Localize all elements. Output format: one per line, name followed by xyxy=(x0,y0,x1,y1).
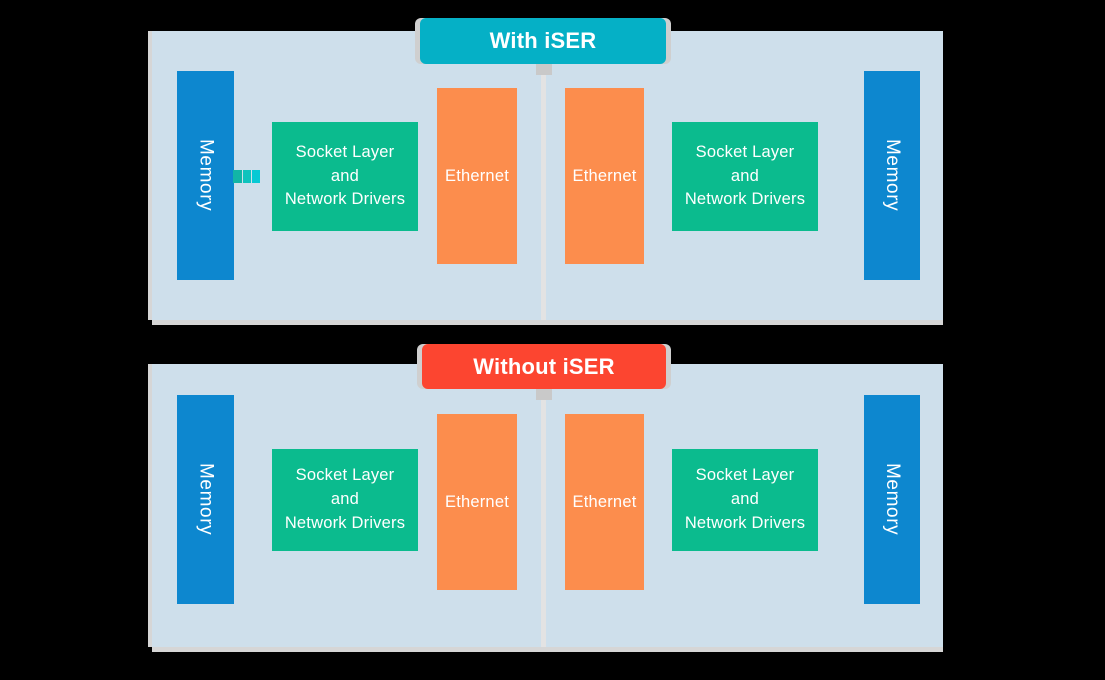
block-ethernet-right-without-iser-label: Ethernet xyxy=(572,492,637,511)
block-sockets-right-with-iser: Socket Layer and Network Drivers xyxy=(672,122,818,231)
block-ethernet-left-without-iser: Ethernet xyxy=(437,414,517,590)
block-memory-left-without-iser-label: Memory xyxy=(195,463,217,536)
block-sockets-left-with-iser: Socket Layer and Network Drivers xyxy=(272,122,418,231)
panel-without-iser-center-divider xyxy=(541,368,546,647)
block-memory-right-without-iser-label: Memory xyxy=(882,463,903,536)
block-sockets-left-without-iser: Socket Layer and Network Drivers xyxy=(272,449,418,551)
block-ethernet-right-without-iser: Ethernet xyxy=(565,414,644,590)
sockets-line-1: Socket Layer and xyxy=(295,466,395,509)
block-sockets-right-without-iser: Socket Layer and Network Drivers xyxy=(672,449,818,551)
iser-connector-segment-3 xyxy=(252,170,260,183)
iser-connector-segment-2 xyxy=(243,170,251,183)
banner-nub-with-iser xyxy=(536,63,552,75)
sockets-line-2: Network Drivers xyxy=(284,513,406,532)
block-ethernet-left-with-iser: Ethernet xyxy=(437,88,517,264)
block-ethernet-right-with-iser-label: Ethernet xyxy=(572,166,637,185)
panel-without-iser xyxy=(152,364,943,647)
block-memory-right-with-iser: Memory xyxy=(864,71,920,280)
diagram-canvas: With iSER Memory Socket Layer and Networ… xyxy=(0,0,1105,680)
block-sockets-right-with-iser-label: Socket Layer and Network Drivers xyxy=(682,141,808,213)
block-ethernet-left-with-iser-label: Ethernet xyxy=(445,166,509,185)
block-memory-left-with-iser-label: Memory xyxy=(195,139,217,212)
sockets-line-2: Network Drivers xyxy=(684,190,806,209)
panel-with-iser-center-divider xyxy=(541,35,546,320)
block-sockets-left-without-iser-label: Socket Layer and Network Drivers xyxy=(282,464,408,536)
block-memory-left-with-iser: Memory xyxy=(177,71,234,280)
block-ethernet-right-with-iser: Ethernet xyxy=(565,88,644,264)
sockets-line-1: Socket Layer and xyxy=(695,466,795,509)
sockets-line-2: Network Drivers xyxy=(684,513,806,532)
banner-nub-without-iser xyxy=(536,388,552,400)
block-memory-right-without-iser: Memory xyxy=(864,395,920,604)
sockets-line-2: Network Drivers xyxy=(284,190,406,209)
block-sockets-left-with-iser-label: Socket Layer and Network Drivers xyxy=(282,141,408,213)
banner-without-iser: Without iSER xyxy=(422,344,666,389)
sockets-line-1: Socket Layer and xyxy=(695,142,795,185)
block-sockets-right-without-iser-label: Socket Layer and Network Drivers xyxy=(682,464,808,536)
iser-connector xyxy=(233,170,260,183)
sockets-line-1: Socket Layer and xyxy=(295,142,395,185)
banner-with-iser: With iSER xyxy=(420,18,666,64)
block-ethernet-left-without-iser-label: Ethernet xyxy=(445,492,509,511)
iser-connector-segment-1 xyxy=(233,170,242,183)
block-memory-left-without-iser: Memory xyxy=(177,395,234,604)
block-memory-right-with-iser-label: Memory xyxy=(882,139,903,212)
